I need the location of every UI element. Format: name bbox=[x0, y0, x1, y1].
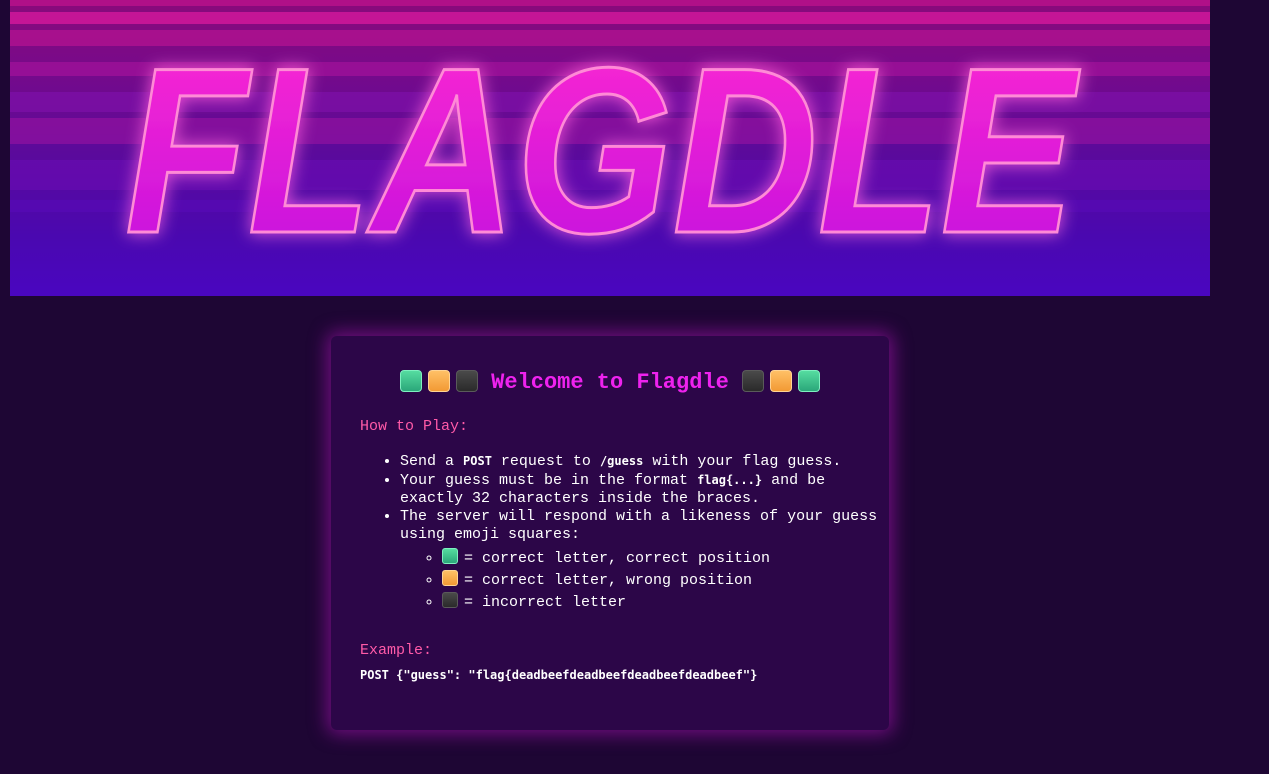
example-label: Example: bbox=[360, 642, 433, 659]
rule-item: Send a POST request to /guess with your … bbox=[400, 452, 880, 471]
black-square-icon bbox=[456, 370, 479, 392]
banner-title-text: FLAGDLE bbox=[125, 19, 1081, 283]
emoji-legend: = correct letter, correct position = cor… bbox=[400, 548, 880, 614]
welcome-heading-text: Welcome to Flagdle bbox=[491, 370, 729, 395]
green-square-icon bbox=[797, 370, 820, 392]
rule-text: with your flag guess. bbox=[643, 453, 842, 470]
how-to-play-label: How to Play: bbox=[360, 418, 469, 435]
rule-text: Your guess must be in the format bbox=[400, 472, 698, 489]
black-square-icon bbox=[741, 370, 764, 392]
legend-item: = correct letter, wrong position bbox=[442, 570, 880, 592]
inline-code: POST bbox=[463, 454, 492, 468]
welcome-card: Welcome to Flagdle How to Play: Send a P… bbox=[331, 336, 889, 730]
inline-code: /guess bbox=[599, 454, 644, 468]
legend-text: = correct letter, wrong position bbox=[464, 572, 753, 589]
rule-item: Your guess must be in the format flag{..… bbox=[400, 471, 880, 508]
rules-list: Send a POST request to /guess with your … bbox=[360, 452, 880, 614]
rule-text: Send a bbox=[400, 453, 464, 470]
banner-logo: FLAGDLE bbox=[124, 18, 1083, 285]
welcome-heading: Welcome to Flagdle bbox=[331, 370, 889, 395]
orange-square-icon bbox=[428, 370, 451, 392]
legend-item: = incorrect letter bbox=[442, 592, 880, 614]
inline-code: flag{...} bbox=[697, 473, 763, 487]
legend-item: = correct letter, correct position bbox=[442, 548, 880, 570]
legend-text: = incorrect letter bbox=[464, 594, 627, 611]
example-code: POST {"guess": "flag{deadbeefdeadbeefdea… bbox=[360, 668, 758, 682]
rule-text: The server will respond with a likeness … bbox=[400, 508, 878, 543]
green-square-icon bbox=[442, 548, 458, 564]
flagdle-banner: FLAGDLE bbox=[10, 0, 1210, 296]
legend-text: = correct letter, correct position bbox=[464, 550, 771, 567]
rule-text: request to bbox=[491, 453, 600, 470]
rule-item: The server will respond with a likeness … bbox=[400, 508, 880, 614]
orange-square-icon bbox=[442, 570, 458, 586]
green-square-icon bbox=[400, 370, 423, 392]
black-square-icon bbox=[442, 592, 458, 608]
orange-square-icon bbox=[769, 370, 792, 392]
